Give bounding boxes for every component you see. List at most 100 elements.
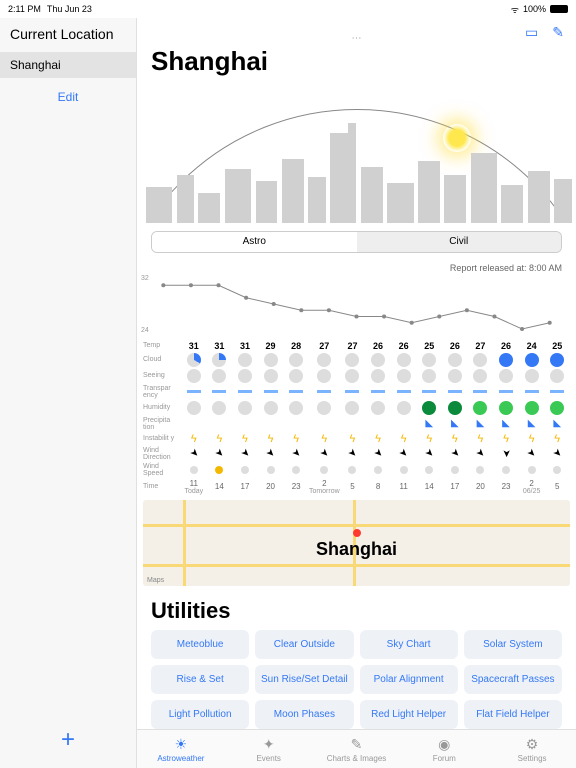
util-meteoblue[interactable]: Meteoblue	[151, 630, 249, 659]
cell: ϟ	[232, 432, 258, 446]
cell	[391, 423, 417, 425]
tab-icon: ✦	[263, 736, 275, 753]
add-button[interactable]: +	[0, 712, 136, 768]
cell: ➤	[365, 447, 391, 460]
cell: ➤	[181, 447, 207, 460]
tab-astro[interactable]: Astro	[152, 232, 357, 251]
cell: 25	[416, 340, 442, 352]
cell: 26	[365, 340, 391, 352]
cell: 27	[309, 340, 340, 352]
util-red-light-helper[interactable]: Red Light Helper	[360, 700, 458, 729]
cell	[181, 368, 207, 384]
row-label: Instabilit y	[143, 434, 181, 443]
tab-events[interactable]: ✦Events	[225, 730, 313, 768]
cell	[283, 423, 309, 425]
tab-forum[interactable]: ◉Forum	[400, 730, 488, 768]
cell: 27	[340, 340, 366, 352]
cell	[544, 368, 570, 384]
util-clear-outside[interactable]: Clear Outside	[255, 630, 353, 659]
cell: 26	[493, 340, 519, 352]
cell	[207, 400, 233, 416]
cell	[519, 352, 545, 368]
cell: ϟ	[258, 432, 284, 446]
cell	[232, 368, 258, 384]
cell: ◣	[544, 417, 570, 430]
tab-settings[interactable]: ⚙Settings	[488, 730, 576, 768]
cell: ➤	[340, 447, 366, 460]
cell	[340, 465, 366, 475]
cell	[493, 389, 519, 394]
cell	[283, 389, 309, 394]
cell: 8	[365, 481, 391, 492]
util-sun-rise/set-detail[interactable]: Sun Rise/Set Detail	[255, 665, 353, 694]
cell: 31	[232, 340, 258, 352]
cell: 26	[442, 340, 468, 352]
cell: 31	[181, 340, 207, 352]
tab-civil[interactable]: Civil	[357, 232, 562, 251]
map-pin	[353, 529, 361, 537]
tab-astroweather[interactable]: ☀Astroweather	[137, 730, 225, 768]
cell: ◣	[416, 417, 442, 430]
segmented-control[interactable]: Astro Civil	[151, 231, 562, 252]
status-time: 2:11 PM	[8, 4, 41, 14]
cell	[258, 368, 284, 384]
edit-button[interactable]: Edit	[0, 80, 136, 114]
util-polar-alignment[interactable]: Polar Alignment	[360, 665, 458, 694]
cell: ➤	[283, 447, 309, 460]
map[interactable]: Shanghai Maps	[143, 500, 570, 587]
util-sky-chart[interactable]: Sky Chart	[360, 630, 458, 659]
util-moon-phases[interactable]: Moon Phases	[255, 700, 353, 729]
cell	[544, 352, 570, 368]
cell	[232, 352, 258, 368]
cell: ➤	[493, 447, 519, 460]
cell	[519, 400, 545, 416]
cell	[365, 423, 391, 425]
cell	[468, 389, 494, 394]
cell	[365, 368, 391, 384]
cell	[442, 400, 468, 416]
cell	[258, 465, 284, 475]
tab-label: Astroweather	[157, 754, 204, 763]
util-light-pollution[interactable]: Light Pollution	[151, 700, 249, 729]
cell: 23	[493, 481, 519, 492]
cell: 11Today	[181, 478, 207, 496]
cell	[493, 368, 519, 384]
cell	[232, 400, 258, 416]
cell	[416, 465, 442, 475]
util-spacecraft-passes[interactable]: Spacecraft Passes	[464, 665, 562, 694]
sidebar-item-shanghai[interactable]: Shanghai	[0, 52, 136, 78]
util-flat-field-helper[interactable]: Flat Field Helper	[464, 700, 562, 729]
cell: 26	[391, 340, 417, 352]
cell: ➤	[391, 447, 417, 460]
cell	[340, 352, 366, 368]
tab-charts-&-images[interactable]: ✎Charts & Images	[313, 730, 401, 768]
cell	[468, 368, 494, 384]
cell: 28	[283, 340, 309, 352]
cell	[181, 423, 207, 425]
cell	[391, 352, 417, 368]
cell	[442, 368, 468, 384]
util-rise-&-set[interactable]: Rise & Set	[151, 665, 249, 694]
cell: 20	[258, 481, 284, 492]
cell	[340, 389, 366, 394]
cell	[309, 423, 340, 425]
cell: 29	[258, 340, 284, 352]
cell	[519, 389, 545, 394]
cell	[340, 423, 366, 425]
tab-icon: ☀	[175, 736, 188, 753]
row-label: Humidity	[143, 403, 181, 412]
cell: ➤	[468, 447, 494, 460]
cell	[468, 400, 494, 416]
cell: ➤	[309, 447, 340, 460]
cell	[442, 389, 468, 394]
cell: ◣	[493, 417, 519, 430]
cell: 5	[340, 481, 366, 492]
cell	[181, 389, 207, 394]
util-solar-system[interactable]: Solar System	[464, 630, 562, 659]
cell	[232, 423, 258, 425]
cell: ➤	[207, 447, 233, 460]
cell	[181, 400, 207, 416]
cell: ➤	[258, 447, 284, 460]
cell	[544, 465, 570, 475]
cell: 17	[442, 481, 468, 492]
